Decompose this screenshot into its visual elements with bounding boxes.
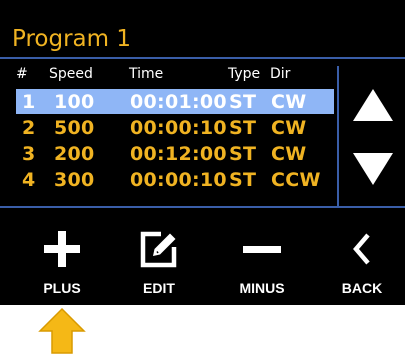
button-bar-divider — [0, 206, 405, 208]
step-type: ST — [229, 91, 257, 113]
button-bar: PLUS EDIT MINUS BACK — [0, 209, 405, 305]
vertical-divider — [337, 66, 339, 206]
step-dir: CW — [271, 143, 307, 165]
column-header-dir: Dir — [270, 66, 291, 82]
table-row[interactable]: 1 100 00:01:00 ST CW — [16, 89, 334, 114]
plus-icon — [40, 227, 84, 271]
device-screen: Program 1 # Speed Time Type Dir 1 100 00… — [0, 0, 405, 305]
minus-icon — [240, 227, 284, 271]
column-header-type: Type — [228, 66, 261, 82]
step-number: 3 — [22, 143, 36, 165]
edit-icon — [137, 227, 181, 271]
edit-button-label: EDIT — [143, 280, 175, 296]
step-number: 2 — [22, 117, 36, 139]
step-number: 4 — [22, 169, 36, 191]
step-time: 00:01:00 — [130, 91, 227, 113]
step-dir: CCW — [271, 169, 321, 191]
step-type: ST — [229, 169, 257, 191]
table-row[interactable]: 3 200 00:12:00 ST CW — [16, 141, 334, 166]
step-speed: 100 — [54, 91, 95, 113]
table-row[interactable]: 2 500 00:00:10 ST CW — [16, 115, 334, 140]
step-speed: 300 — [54, 169, 95, 191]
minus-button[interactable]: MINUS — [222, 209, 302, 305]
scroll-down-button[interactable] — [348, 144, 398, 194]
minus-button-label: MINUS — [239, 280, 285, 296]
plus-button-label: PLUS — [43, 280, 81, 296]
step-time: 00:12:00 — [130, 143, 227, 165]
step-time: 00:00:10 — [130, 117, 227, 139]
step-speed: 200 — [54, 143, 95, 165]
column-header-number: # — [16, 66, 28, 82]
scroll-up-button[interactable] — [348, 80, 398, 130]
title-divider — [0, 57, 405, 59]
step-dir: CW — [271, 117, 307, 139]
plus-button[interactable]: PLUS — [22, 209, 102, 305]
chevron-left-icon — [340, 227, 384, 271]
step-type: ST — [229, 117, 257, 139]
column-header-time: Time — [129, 66, 164, 82]
arrow-up-icon — [38, 307, 86, 354]
back-button-label: BACK — [341, 280, 383, 296]
column-header-speed: Speed — [49, 66, 93, 82]
edit-button[interactable]: EDIT — [119, 209, 199, 305]
step-speed: 500 — [54, 117, 95, 139]
step-time: 00:00:10 — [130, 169, 227, 191]
back-button[interactable]: BACK — [322, 209, 402, 305]
step-type: ST — [229, 143, 257, 165]
program-title: Program 1 — [12, 26, 131, 52]
step-dir: CW — [271, 91, 307, 113]
table-row[interactable]: 4 300 00:00:10 ST CCW — [16, 167, 334, 192]
triangle-up-icon — [353, 89, 393, 121]
step-number: 1 — [22, 91, 36, 113]
triangle-down-icon — [353, 153, 393, 185]
